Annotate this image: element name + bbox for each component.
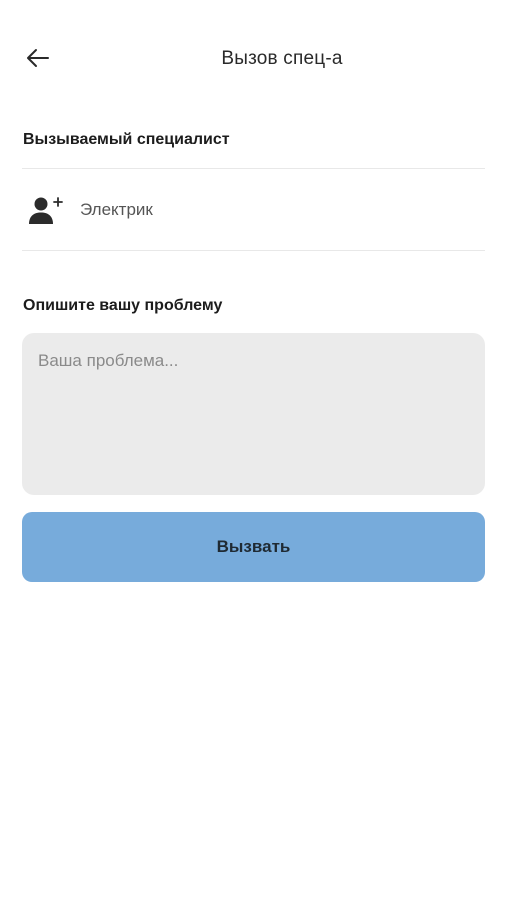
specialist-section-label: Вызываемый специалист	[23, 131, 230, 148]
person-add-icon	[28, 193, 70, 227]
specialist-name: Электрик	[80, 199, 153, 219]
problem-section-label: Опишите вашу проблему	[23, 297, 223, 314]
call-specialist-button[interactable]: Вызвать	[22, 512, 485, 582]
app-header: Вызов спец-а	[0, 30, 506, 90]
page-title: Вызов спец-а	[221, 48, 343, 69]
divider	[22, 250, 485, 251]
specialist-selector[interactable]: Электрик	[22, 169, 485, 250]
problem-description-input[interactable]	[22, 333, 485, 495]
